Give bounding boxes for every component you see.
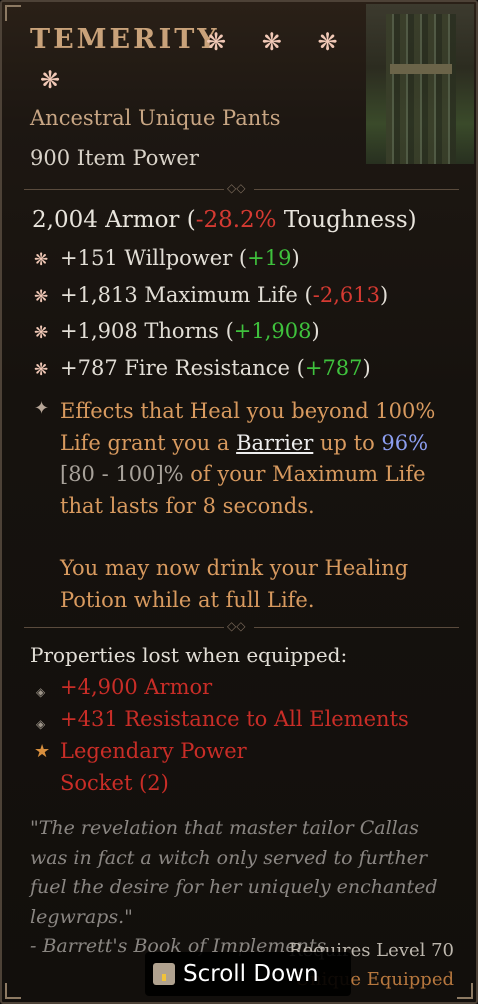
lost-property: +431 Resistance to All Elements: [60, 707, 409, 731]
affix-gem-icon: ❋: [34, 250, 49, 270]
divider-left: [24, 627, 224, 628]
frame-corner-bottom-left: [5, 983, 21, 999]
affix-row: ❋ +787 Fire Resistance (+787): [34, 356, 371, 380]
affix-row: ❋ +151 Willpower (+19): [34, 246, 300, 270]
properties-lost-title: Properties lost when equipped:: [30, 643, 348, 667]
divider-right: [254, 627, 459, 628]
item-tooltip: TEMERITY ❋ ❋ ❋ ❋ Ancestral Unique Pants …: [0, 0, 478, 1004]
flavor-quote: "The revelation that master tailor Calla…: [30, 817, 438, 928]
affix-delta: +1,908: [233, 319, 312, 343]
affix-gem-icon: ❋: [34, 323, 49, 343]
star-icon: ★: [34, 741, 51, 762]
legendary-aspect-text: Effects that Heal you beyond 100% Life g…: [60, 396, 450, 616]
frame-corner-bottom-right: [457, 983, 473, 999]
treasure-chest-icon: [153, 963, 175, 985]
legendary-spacer: [60, 522, 450, 553]
barrier-keyword[interactable]: Barrier: [236, 431, 313, 455]
greater-affix-star: ❋: [40, 66, 61, 94]
scroll-down-button[interactable]: Scroll Down: [145, 952, 351, 996]
affix-text: +151 Willpower (: [60, 246, 248, 270]
scroll-down-label: Scroll Down: [183, 961, 319, 987]
armor-stat: 2,004 Armor (-28.2% Toughness): [32, 207, 417, 233]
item-type: Ancestral Unique Pants: [30, 106, 281, 130]
divider-ornament: ◇◇: [227, 181, 246, 195]
affix-gem-icon: ❋: [34, 360, 49, 380]
lost-property: +4,900 Armor: [60, 675, 213, 699]
affix-text: +1,813 Maximum Life (: [60, 283, 313, 307]
lost-property: Legendary Power: [60, 739, 247, 763]
affix-text: +787 Fire Resistance (: [60, 356, 305, 380]
divider-right: [254, 189, 459, 190]
frame-corner-top-left: [5, 5, 21, 21]
armor-value: 2,004 Armor (: [32, 207, 196, 233]
diamond-bullet-icon: ◈: [36, 717, 46, 731]
affix-delta: +787: [304, 356, 363, 380]
greater-affix-stars: ❋ ❋ ❋: [206, 28, 352, 56]
item-portrait: [366, 4, 474, 164]
divider-left: [24, 189, 224, 190]
affix-close: ): [311, 319, 320, 343]
legendary-part2: up to: [313, 430, 382, 455]
affix-row: ❋ +1,908 Thorns (+1,908): [34, 319, 320, 343]
legendary-part4: You may now drink your Healing Potion wh…: [60, 556, 409, 612]
divider-ornament: ◇◇: [227, 619, 246, 633]
affix-text: +1,908 Thorns (: [60, 319, 234, 343]
legendary-sparkle-icon: ✦: [34, 398, 50, 419]
diamond-bullet-icon: ◈: [36, 685, 46, 699]
affix-delta: -2,613: [312, 283, 380, 307]
pants-band: [390, 64, 452, 74]
affix-gem-icon: ❋: [34, 287, 49, 307]
item-name: TEMERITY: [30, 24, 220, 55]
legendary-range: [80 - 100]%: [60, 462, 184, 486]
lost-property: Socket (2): [60, 771, 169, 795]
toughness-delta: -28.2%: [195, 207, 277, 233]
affix-delta: +19: [247, 246, 292, 270]
pants-image: [386, 14, 456, 164]
item-power: 900 Item Power: [30, 146, 199, 170]
legendary-value: 96%: [381, 430, 429, 455]
affix-close: ): [291, 246, 300, 270]
armor-suffix: Toughness): [276, 207, 417, 233]
affix-close: ): [362, 356, 371, 380]
affix-row: ❋ +1,813 Maximum Life (-2,613): [34, 283, 388, 307]
affix-close: ): [379, 283, 389, 307]
